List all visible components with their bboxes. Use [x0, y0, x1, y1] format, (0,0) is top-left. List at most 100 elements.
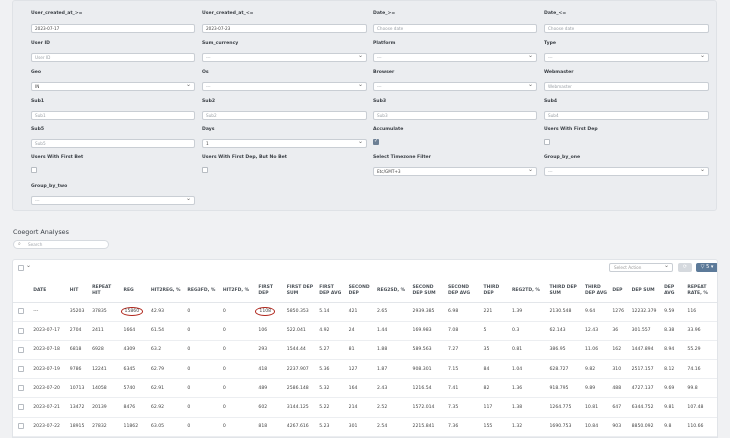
column-header[interactable]: DEP [610, 280, 630, 303]
timezone-select[interactable]: Etc/GMT+3 [373, 167, 537, 176]
table-cell: 8.12 [662, 359, 686, 380]
filter-label-sub5: Sub5 [31, 127, 45, 132]
column-header[interactable]: DEP SUM [629, 280, 663, 303]
sum-currency-select[interactable]: --- [202, 53, 367, 62]
row-checkbox[interactable] [18, 404, 24, 411]
row-checkbox[interactable] [18, 346, 24, 353]
date-from-input[interactable]: Choose date [373, 24, 537, 33]
row-checkbox[interactable] [18, 365, 24, 372]
sub4-input[interactable]: Sub4 [544, 111, 709, 120]
table-cell: 6344.752 [629, 397, 663, 418]
table-cell: 12241 [90, 359, 122, 380]
os-select[interactable]: --- [202, 82, 367, 91]
table-cell: 6.98 [446, 302, 482, 322]
accumulate-checkbox[interactable] [373, 138, 379, 145]
chevron-down-icon[interactable]: ⌄ [26, 262, 31, 269]
sub1-input[interactable]: Sub1 [31, 111, 195, 120]
column-header[interactable]: FIRST DEP SUM [284, 280, 318, 303]
refresh-button[interactable]: ⟳ [678, 263, 692, 272]
table-cell: 9.69 [662, 378, 686, 399]
column-header[interactable]: REG [121, 280, 149, 303]
table-cell: 0 [185, 321, 221, 341]
row-checkbox[interactable] [18, 385, 24, 392]
table-cell: 818 [256, 417, 285, 437]
table-cell: 117 [481, 397, 510, 418]
table-cell: 1664 [121, 321, 149, 341]
days-select[interactable]: 1 [202, 139, 367, 148]
geo-select[interactable]: IN [31, 82, 195, 91]
browser-select[interactable]: --- [373, 82, 537, 91]
column-header[interactable]: SECOND DEP SUM [410, 280, 447, 303]
filter-columns-button[interactable]: ▽ 5 ▾ [696, 263, 717, 272]
platform-select[interactable]: --- [373, 53, 537, 62]
table-row[interactable]: 2023-07-22 18915 27832 11862 63.05 0 0 818 4267.… [13, 417, 717, 437]
column-header[interactable]: HIT2FD, % [220, 280, 257, 303]
filter-label-browser: Browser [373, 70, 395, 75]
table-cell: 7.35 [446, 397, 482, 418]
column-header[interactable]: HIT [67, 280, 91, 303]
table-row[interactable]: 2023-07-19 9786 12241 6345 62.79 0 0 418 2237.90… [13, 359, 717, 380]
table-cell: 9.59 [662, 302, 686, 322]
table-cell: 2586.148 [284, 378, 318, 399]
column-header[interactable]: FIRST DEP AVG [317, 280, 347, 303]
webmaster-input[interactable]: Webmaster [544, 82, 709, 91]
row-checkbox[interactable] [18, 423, 24, 430]
row-checkbox[interactable] [18, 308, 24, 315]
table-cell: 2704 [67, 321, 91, 341]
column-header[interactable]: REG2SD, % [375, 280, 411, 303]
column-header[interactable]: REG3FD, % [185, 280, 221, 303]
column-header[interactable]: THIRD DEP AVG [582, 280, 611, 303]
filter-panel: User_created_at_>= 2023-07-17 User_creat… [12, 0, 717, 211]
table-row[interactable]: --- 35203 37835 15860 42.93 0 0 1108 5850.353 5.1… [13, 302, 717, 322]
column-header[interactable]: SECOND DEP [346, 280, 376, 303]
user-id-input[interactable]: User ID [31, 53, 195, 62]
column-header[interactable]: REPEAT RATE, % [685, 280, 717, 303]
table-cell: 12.43 [582, 321, 611, 341]
search-input[interactable]: ⌕ Search [13, 240, 109, 249]
column-header[interactable]: REPEAT HIT [90, 280, 122, 303]
user-created-to-input[interactable]: 2023-07-23 [202, 24, 367, 33]
table-row[interactable]: 2023-07-21 13472 20139 8476 62.92 0 0 602 3144.1… [13, 397, 717, 418]
users-first-dep-no-bet-checkbox[interactable] [202, 167, 208, 173]
column-header[interactable]: SECOND DEP AVG [446, 280, 482, 303]
table-cell: 522.041 [284, 321, 318, 341]
table-cell: 1276 [610, 302, 630, 322]
sub2-input[interactable]: Sub2 [202, 111, 367, 120]
table-cell: 42.93 [148, 302, 186, 322]
table-cell: 301.557 [629, 321, 663, 341]
select-all-checkbox[interactable] [18, 265, 24, 271]
table-cell: 9.89 [582, 378, 611, 399]
group-by-one-select[interactable]: --- [544, 167, 709, 176]
table-cell: 33.96 [685, 321, 717, 341]
row-checkbox[interactable] [18, 327, 24, 334]
table-cell: 10.81 [582, 397, 611, 418]
table-cell: 7.27 [446, 340, 482, 361]
column-header[interactable]: FIRST DEP [256, 280, 285, 303]
sub5-input[interactable]: Sub5 [31, 139, 195, 148]
column-header[interactable]: THIRD DEP SUM [547, 280, 583, 303]
user-created-from-input[interactable]: 2023-07-17 [31, 24, 195, 33]
column-header[interactable]: DEP AVG [662, 280, 686, 303]
users-first-bet-checkbox[interactable] [31, 167, 37, 173]
group-by-two-select[interactable]: --- [31, 196, 195, 205]
table-cell: 9786 [67, 359, 91, 380]
filter-label-date-from: Date_>= [373, 11, 396, 16]
table-row[interactable]: 2023-07-17 2704 2411 1664 61.54 0 0 106 522.041 4… [13, 321, 717, 341]
table-cell: 5 [481, 321, 510, 341]
column-header[interactable]: REG2TD, % [509, 280, 548, 303]
table-row[interactable]: 2023-07-18 6818 6928 4309 63.2 0 0 293 1544.44 5.… [13, 340, 717, 361]
column-header[interactable]: THIRD DEP [481, 280, 510, 303]
date-to-input[interactable]: Choose date [544, 24, 709, 33]
table-cell: 55.29 [685, 340, 717, 361]
sub3-input[interactable]: Sub3 [373, 111, 537, 120]
table-cell: 4267.616 [284, 417, 318, 437]
action-select[interactable]: Select Action [609, 262, 673, 272]
table-cell: 12232.379 [629, 302, 663, 322]
users-first-dep-checkbox[interactable] [544, 139, 550, 145]
column-header[interactable]: HIT2REG, % [148, 280, 186, 303]
table-row[interactable]: 2023-07-20 10713 14058 5740 62.91 0 0 489 2586.1… [13, 378, 717, 399]
type-select[interactable]: --- [544, 53, 709, 62]
table-cell: 1.32 [509, 417, 548, 437]
column-header[interactable]: DATE [31, 280, 68, 303]
table-cell: 602 [256, 397, 285, 418]
